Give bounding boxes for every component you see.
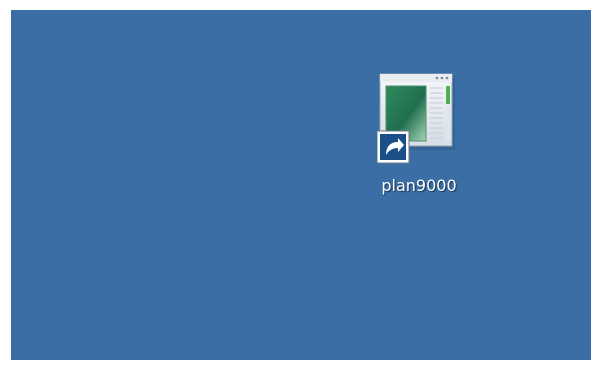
shortcut-label[interactable]: plan9000 (367, 176, 471, 196)
desktop[interactable]: plan9000 (11, 10, 591, 360)
shortcut-arrow-icon (377, 130, 410, 164)
application-window-icon (377, 73, 455, 164)
desktop-shortcut-plan9000[interactable]: plan9000 (375, 72, 461, 195)
